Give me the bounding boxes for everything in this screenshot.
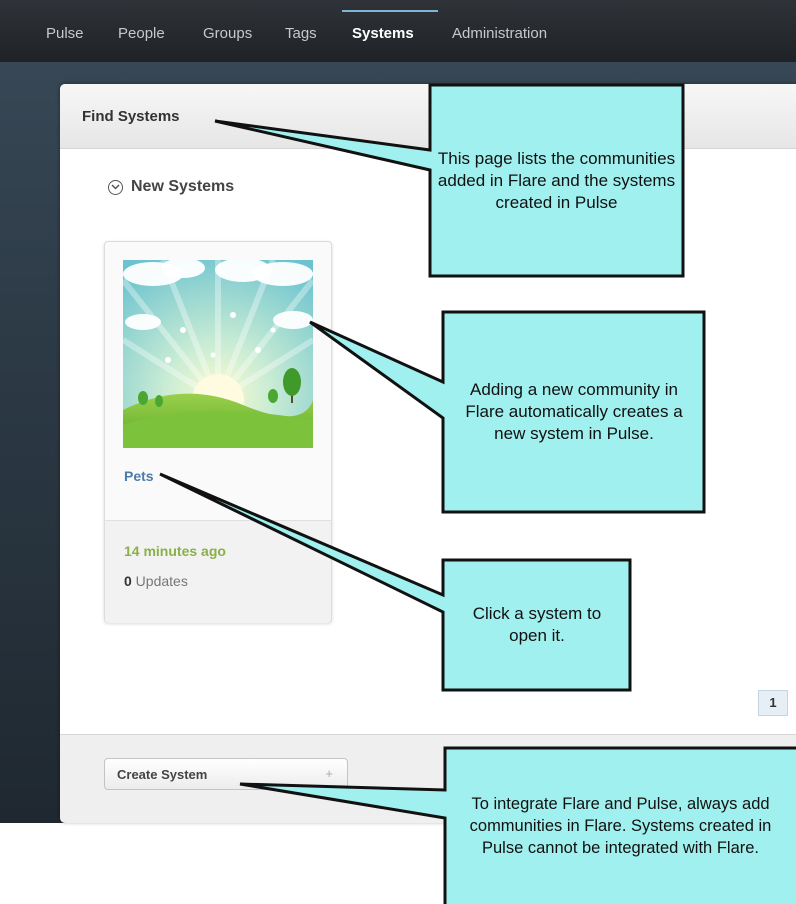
- nav-item-tags[interactable]: Tags: [285, 25, 317, 42]
- nav-item-pulse[interactable]: Pulse: [46, 25, 84, 42]
- callout-3-text: Click a system to open it.: [472, 604, 602, 645]
- new-systems-toggle[interactable]: New Systems: [108, 178, 234, 196]
- nav-item-systems[interactable]: Systems: [352, 25, 414, 42]
- nav-item-groups[interactable]: Groups: [203, 25, 252, 42]
- active-tab-indicator: [342, 10, 438, 12]
- plus-icon: +: [325, 766, 333, 781]
- callout-4-text: To integrate Flare and Pulse, always add…: [469, 795, 772, 857]
- create-system-label: Create System: [117, 767, 208, 782]
- pagination-page-button[interactable]: 1: [758, 690, 788, 716]
- updates-label: Updates: [131, 573, 188, 589]
- system-updates-count: 0 Updates: [124, 573, 188, 589]
- page-title: Find Systems: [82, 108, 180, 125]
- panel-header: Find Systems: [60, 84, 796, 149]
- updates-number: 0: [124, 573, 132, 589]
- section-label: New Systems: [131, 178, 235, 195]
- nav-item-people[interactable]: People: [118, 25, 165, 42]
- system-card[interactable]: Pets 14 minutes ago 0 Updates: [104, 241, 332, 623]
- system-name-link[interactable]: Pets: [124, 468, 154, 484]
- system-thumbnail-image: [120, 258, 316, 448]
- callout-1-text: This page lists the communities added in…: [437, 148, 676, 212]
- top-navigation: Pulse People Groups Tags Systems Adminis…: [0, 0, 796, 62]
- card-footer: 14 minutes ago 0 Updates: [105, 520, 331, 623]
- system-last-updated: 14 minutes ago: [124, 543, 226, 559]
- chevron-down-icon: [108, 179, 123, 195]
- create-system-button[interactable]: Create System +: [104, 758, 348, 790]
- callout-2-text: Adding a new community in Flare automati…: [465, 380, 683, 443]
- nav-item-administration[interactable]: Administration: [452, 25, 547, 42]
